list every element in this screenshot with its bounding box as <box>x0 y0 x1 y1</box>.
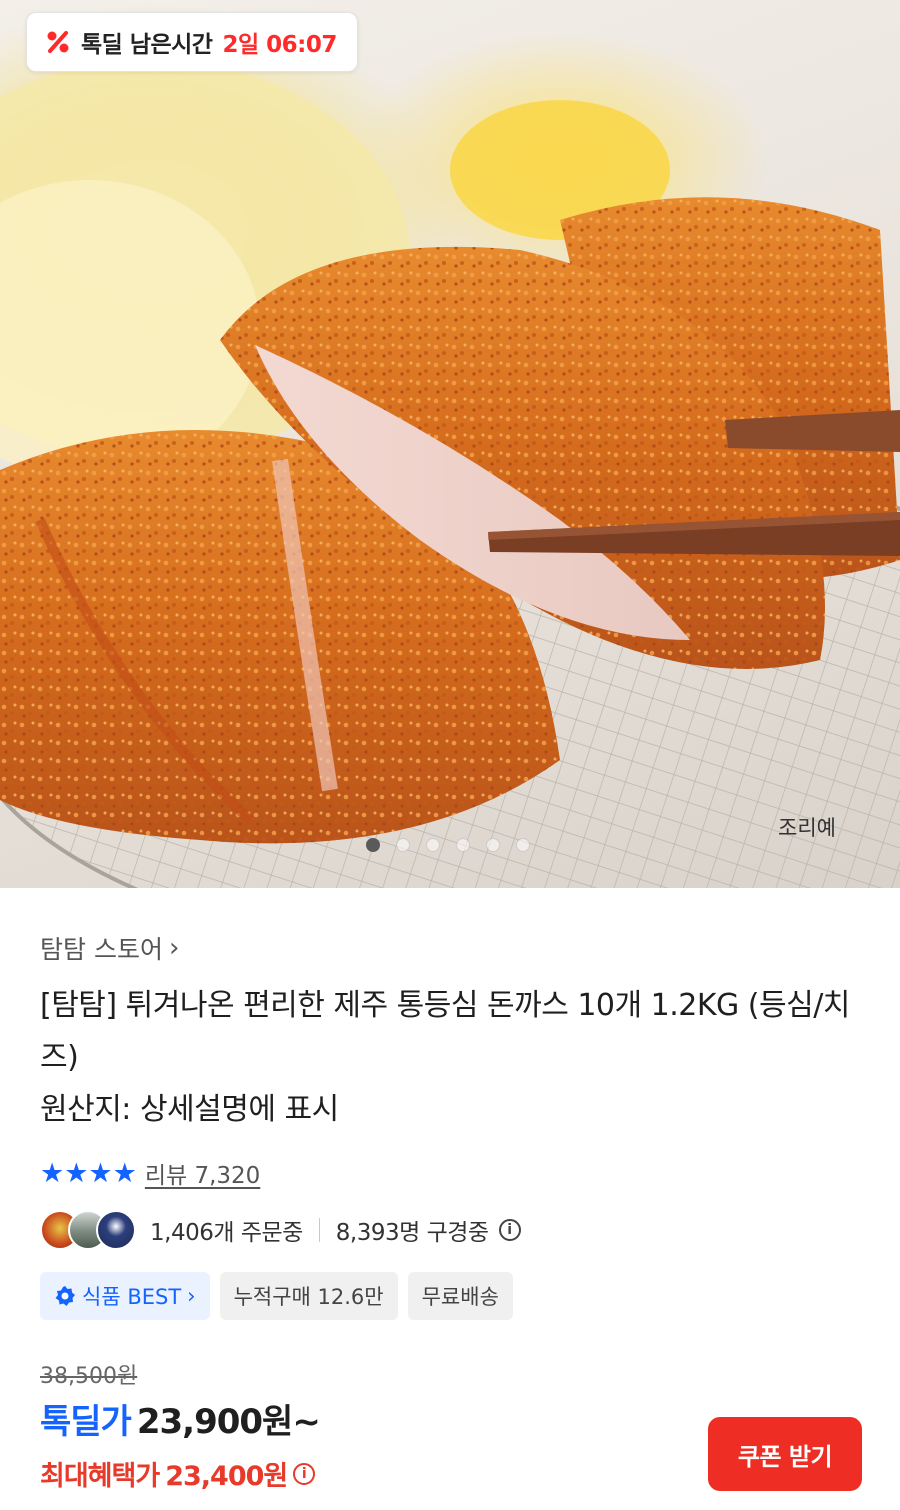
buyer-activity: 1,406개 주문중 8,393명 구경중 i <box>40 1210 521 1250</box>
star-rating-icon: ★★★★ <box>40 1157 137 1189</box>
carousel-dot[interactable] <box>396 838 410 852</box>
tag-free-shipping: 무료배송 <box>407 1272 513 1320</box>
max-benefit-label: 최대혜택가 <box>40 1461 160 1492</box>
coupon-button[interactable]: 쿠폰 받기 <box>708 1417 862 1491</box>
carousel-dot[interactable] <box>486 838 500 852</box>
info-icon[interactable]: i <box>498 1219 521 1241</box>
carousel-dot[interactable] <box>456 838 470 852</box>
deal-price: 23,900원~ <box>136 1402 321 1442</box>
deal-label: 톡딜가 <box>40 1402 132 1442</box>
carousel-dot[interactable] <box>516 838 530 852</box>
product-title: [탐탐] 튀겨나온 편리한 제주 통등심 돈까스 10개 1.2KG (등심/치… <box>40 980 860 1136</box>
timer-value: 2일 06:07 <box>222 32 337 58</box>
carousel-dot[interactable] <box>426 838 440 852</box>
product-tags: 식품 BEST › 누적구매 12.6만 무료배송 <box>40 1272 513 1320</box>
product-origin: 원산지: 상세설명에 표시 <box>40 1092 339 1127</box>
review-link[interactable]: 리뷰 7,320 <box>145 1156 260 1190</box>
carousel-indicator <box>366 838 530 852</box>
store-name: 탐탐 스토어 <box>40 935 163 964</box>
deal-price-row: 톡딜가 23,900원~ <box>40 1394 321 1443</box>
chevron-right-icon: › <box>168 933 180 963</box>
buyer-avatars <box>40 1210 136 1250</box>
max-benefit-row[interactable]: 최대혜택가 23,400원 i <box>40 1454 316 1493</box>
max-benefit-price: 23,400원 <box>165 1461 288 1492</box>
chevron-right-icon: › <box>187 1284 196 1308</box>
carousel-dot[interactable] <box>366 838 380 852</box>
tag-food-best[interactable]: 식품 BEST › <box>40 1272 210 1320</box>
divider <box>318 1218 320 1242</box>
product-image-carousel[interactable]: 톡딜 남은시간 2일 06:07 조리예 <box>0 0 900 888</box>
product-photo <box>0 60 900 888</box>
watcher-count: 8,393명 구경중 <box>335 1220 489 1246</box>
tag-best-label: 식품 BEST <box>82 1285 182 1309</box>
order-count: 1,406개 주문중 <box>150 1220 303 1246</box>
percent-icon <box>45 29 71 55</box>
avatar <box>96 1210 136 1250</box>
badge-icon <box>54 1285 76 1307</box>
store-link[interactable]: 탐탐 스토어 › <box>40 930 179 966</box>
tag-cumulative: 누적구매 12.6만 <box>219 1272 398 1320</box>
timer-label: 톡딜 남은시간 <box>81 32 213 58</box>
deal-timer-badge: 톡딜 남은시간 2일 06:07 <box>26 12 358 72</box>
image-caption: 조리예 <box>778 816 836 840</box>
product-name: [탐탐] 튀겨나온 편리한 제주 통등심 돈까스 10개 1.2KG (등심/치… <box>40 988 850 1075</box>
info-icon[interactable]: i <box>293 1462 316 1485</box>
original-price: 38,500원 <box>40 1364 138 1389</box>
rating-row[interactable]: ★★★★ 리뷰 7,320 <box>40 1156 260 1190</box>
